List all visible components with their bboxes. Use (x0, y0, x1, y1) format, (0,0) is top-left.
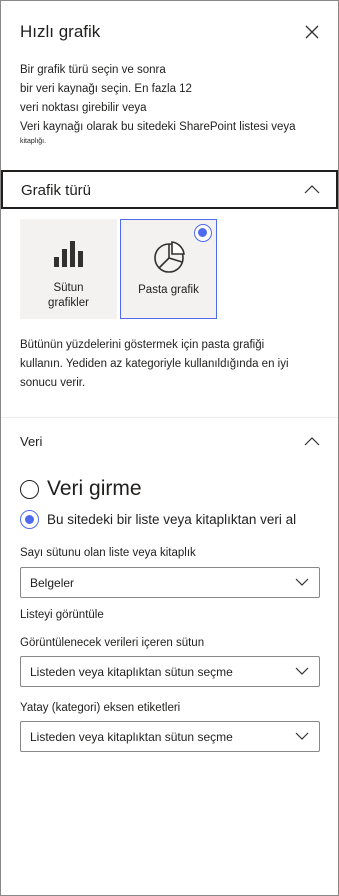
pie-chart-label: Pasta grafik (138, 284, 199, 296)
list-field-label: Sayı sütunu olan liste veya kitaplık (20, 547, 196, 559)
column-chart-label: Sütun grafikler (20, 281, 117, 311)
chevron-up-icon[interactable] (304, 435, 320, 447)
list-dropdown-value: Belgeler (30, 576, 75, 590)
enter-data-label: Veri girme (47, 477, 142, 500)
axis-labels-dropdown-value: Listeden veya kitaplıktan sütun seçme (30, 730, 233, 744)
chart-type-section-header[interactable]: Grafik türü (1, 170, 338, 209)
column-chart-label-line1: Sütun (53, 282, 84, 294)
divider (1, 417, 338, 418)
intro-line: Veri kaynağı olarak bu sitedeki SharePoi… (20, 121, 296, 133)
list-data-label: Bu sitedeki bir liste veya kitaplıktan v… (47, 512, 297, 527)
data-column-dropdown[interactable]: Listeden veya kitaplıktan sütun seçme (20, 656, 320, 687)
pie-chart-tile[interactable]: Pasta grafik (120, 219, 217, 319)
data-section-label[interactable]: Veri (20, 434, 42, 449)
intro-line: Bir grafik türü seçin ve sonra (20, 64, 166, 76)
radio-button-selected[interactable] (20, 510, 39, 529)
axis-labels-dropdown[interactable]: Listeden veya kitaplıktan sütun seçme (20, 721, 320, 752)
quick-chart-panel: Hızlı grafik Bir grafik türü seçin ve so… (0, 0, 339, 896)
intro-text: Bir grafik türü seçin ve sonra bir veri … (20, 61, 320, 146)
panel-title: Hızlı grafik (20, 22, 101, 41)
list-dropdown[interactable]: Belgeler (20, 567, 320, 598)
data-column-dropdown-value: Listeden veya kitaplıktan sütun seçme (30, 665, 233, 679)
selected-indicator (194, 224, 212, 242)
axis-labels-label: Yatay (kategori) eksen etiketleri (20, 702, 181, 714)
close-icon[interactable] (303, 23, 321, 41)
chevron-down-icon (295, 578, 309, 586)
list-data-option[interactable]: Bu sitedeki bir liste veya kitaplıktan v… (20, 510, 296, 529)
chart-type-section-label: Grafik türü (21, 182, 92, 199)
chart-type-description: Bütünün yüzdelerini göstermek için pasta… (20, 339, 289, 389)
chevron-down-icon (295, 667, 309, 675)
view-list-link[interactable]: Listeyi görüntüle (20, 609, 104, 621)
pie-chart-icon (153, 241, 185, 273)
column-chart-icon (53, 241, 83, 267)
intro-small-text: kitaplığı. (20, 138, 47, 145)
column-chart-tile[interactable]: Sütun grafikler (20, 219, 117, 319)
radio-button[interactable] (20, 479, 39, 499)
chevron-up-icon (304, 185, 320, 194)
enter-data-option[interactable]: Veri girme (20, 477, 142, 501)
intro-line: bir veri kaynağı seçin. En fazla 12 (20, 83, 192, 95)
column-chart-label-line2: grafikler (48, 297, 89, 309)
data-column-label: Görüntülenecek verileri içeren sütun (20, 637, 205, 649)
chevron-down-icon (295, 732, 309, 740)
intro-line: veri noktası girebilir veya (20, 102, 147, 114)
